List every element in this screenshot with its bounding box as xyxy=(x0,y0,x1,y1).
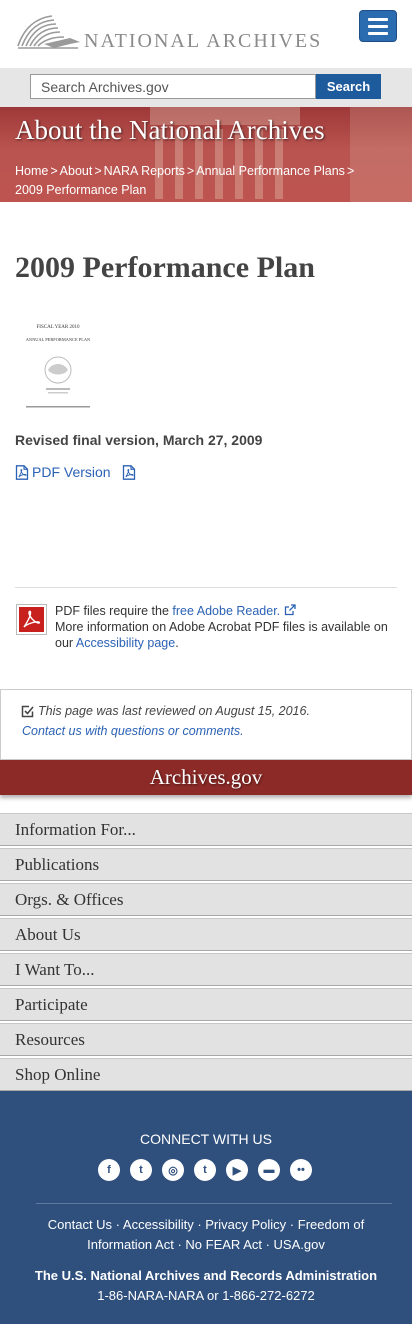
adobe-reader-note: PDF files require the free Adobe Reader.… xyxy=(55,603,395,651)
footer-nav-publications[interactable]: Publications xyxy=(0,848,412,881)
site-footer: CONNECT WITH US f t ◎ t ▶ ▬ •• Contact U… xyxy=(0,1091,412,1324)
facebook-icon[interactable]: f xyxy=(98,1159,120,1181)
breadcrumb-nara-reports[interactable]: NARA Reports xyxy=(104,164,185,178)
breadcrumb-home[interactable]: Home xyxy=(15,164,48,178)
footer-org-name: The U.S. National Archives and Records A… xyxy=(34,1268,378,1283)
last-reviewed: This page was last reviewed on August 15… xyxy=(21,704,310,718)
eagle-logo-icon[interactable] xyxy=(14,10,84,52)
thumb-plan: ANNUAL PERFORMANCE PLAN xyxy=(26,337,91,342)
adobe-text-3: . xyxy=(175,636,179,650)
page-title: 2009 Performance Plan xyxy=(15,251,315,284)
footer-org: The U.S. National Archives and Records A… xyxy=(0,1266,412,1306)
footer-link-contact-us[interactable]: Contact Us xyxy=(48,1217,112,1232)
breadcrumb-annual-plans[interactable]: Annual Performance Plans xyxy=(196,164,345,178)
blog-icon[interactable]: ▬ xyxy=(258,1159,280,1181)
edit-check-icon xyxy=(21,705,34,717)
footer-nav-resources[interactable]: Resources xyxy=(0,1023,412,1056)
breadcrumb-about[interactable]: About xyxy=(60,164,93,178)
footer-nav-shop-online[interactable]: Shop Online xyxy=(0,1058,412,1091)
footer-link-accessibility[interactable]: Accessibility xyxy=(123,1217,194,1232)
footer-link-no-fear-act[interactable]: No FEAR Act xyxy=(185,1237,262,1252)
menu-button[interactable] xyxy=(359,10,397,42)
pdf-file-icon xyxy=(122,464,135,480)
tumblr-icon[interactable]: t xyxy=(194,1159,216,1181)
page-review-box: This page was last reviewed on August 15… xyxy=(0,689,412,760)
connect-heading: CONNECT WITH US xyxy=(140,1131,272,1147)
twitter-icon[interactable]: t xyxy=(130,1159,152,1181)
footer-divider xyxy=(36,1203,392,1204)
search-input[interactable] xyxy=(30,74,316,99)
footer-nav-participate[interactable]: Participate xyxy=(0,988,412,1021)
accessibility-page-link[interactable]: Accessibility page xyxy=(76,636,175,650)
instagram-icon[interactable]: ◎ xyxy=(162,1159,184,1181)
site-logo-text[interactable]: NATIONAL ARCHIVES xyxy=(84,30,322,53)
revised-version-text: Revised final version, March 27, 2009 xyxy=(15,432,263,448)
hamburger-icon-bar xyxy=(368,17,388,21)
hamburger-icon-bar xyxy=(368,31,388,35)
hamburger-icon-bar xyxy=(368,24,388,28)
last-reviewed-text: This page was last reviewed on August 15… xyxy=(38,704,310,718)
archives-gov-bar: Archives.gov xyxy=(0,760,412,795)
footer-links: Contact Us · Accessibility · Privacy Pol… xyxy=(47,1217,365,1252)
adobe-reader-link[interactable]: free Adobe Reader. xyxy=(172,604,280,618)
pdf-version-link[interactable]: PDF Version xyxy=(15,464,136,480)
search-bar: Search xyxy=(0,68,412,108)
site-header: NATIONAL ARCHIVES xyxy=(0,0,412,68)
breadcrumb-current: 2009 Performance Plan xyxy=(15,183,147,197)
adobe-text-1: PDF files require the xyxy=(55,604,173,618)
footer-nav-information-for[interactable]: Information For... xyxy=(0,813,412,846)
external-link-icon xyxy=(284,604,296,616)
document-thumbnail[interactable]: FISCAL YEAR 2010 ANNUAL PERFORMANCE PLAN xyxy=(18,318,98,413)
flickr-icon[interactable]: •• xyxy=(290,1159,312,1181)
footer-phone: 1-86-NARA-NARA or 1-866-272-6272 xyxy=(97,1288,315,1303)
thumb-year: FISCAL YEAR 2010 xyxy=(37,325,80,330)
banner-title: About the National Archives xyxy=(15,115,325,145)
adobe-reader-icon[interactable] xyxy=(16,604,47,635)
footer-link-usa-gov[interactable]: USA.gov xyxy=(274,1237,325,1252)
breadcrumb: Home > About > NARA Reports > Annual Performan… xyxy=(15,164,355,197)
footer-nav-i-want-to[interactable]: I Want To... xyxy=(0,953,412,986)
archives-gov-title[interactable]: Archives.gov xyxy=(0,765,412,790)
footer-nav-orgs-offices[interactable]: Orgs. & Offices xyxy=(0,883,412,916)
footer-nav-about-us[interactable]: About Us xyxy=(0,918,412,951)
pdf-version-label[interactable]: PDF Version xyxy=(32,464,111,480)
footer-link-privacy-policy[interactable]: Privacy Policy xyxy=(205,1217,286,1232)
social-links: f t ◎ t ▶ ▬ •• xyxy=(98,1159,312,1181)
content-divider xyxy=(15,587,397,588)
pdf-file-icon xyxy=(15,464,29,480)
page-banner: About the National Archives Home > About > N… xyxy=(0,107,412,202)
youtube-icon[interactable]: ▶ xyxy=(226,1159,248,1181)
contact-us-link[interactable]: Contact us with questions or comments. xyxy=(22,724,244,738)
footer-nav: Information For... Publications Orgs. & … xyxy=(0,813,412,1093)
search-button[interactable]: Search xyxy=(316,74,381,99)
